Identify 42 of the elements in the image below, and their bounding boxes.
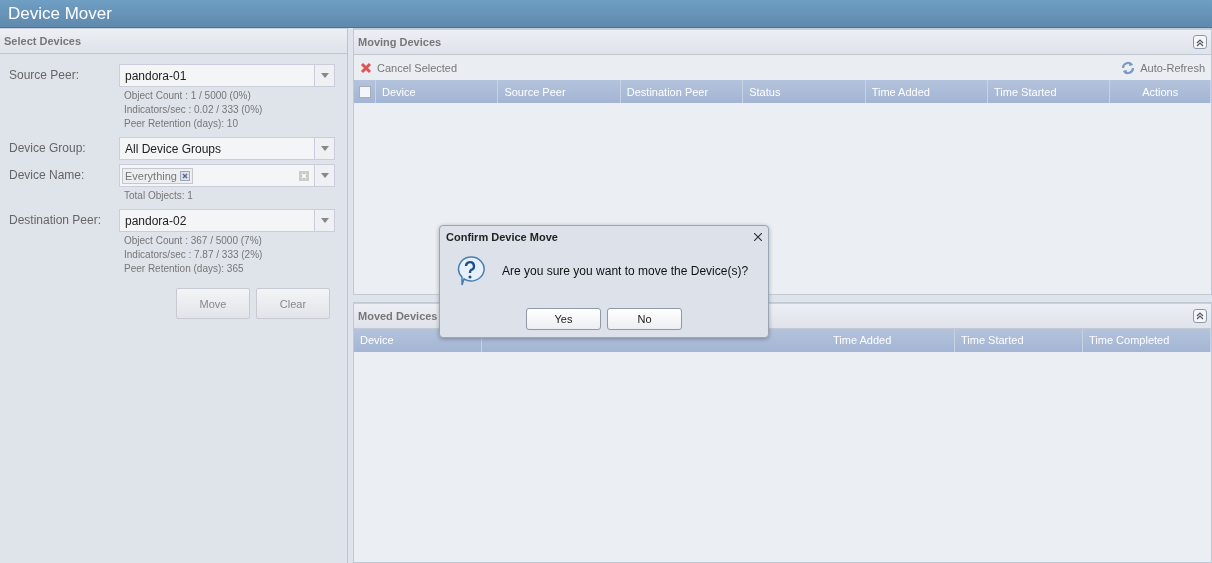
field-label: Destination Peer: (9, 212, 103, 227)
cancel-selected-button[interactable]: Cancel Selected (360, 61, 458, 74)
field-label: Device Group: (9, 140, 87, 155)
caret-icon (320, 146, 329, 151)
panel-title: Moving Devices (358, 36, 442, 48)
column-header[interactable]: Time Completed (1083, 328, 1211, 352)
peer-info: Total Objects: 1 (124, 189, 194, 203)
peer-info: Peer Retention (days): 10 (124, 117, 239, 131)
column-header[interactable]: Time Started (955, 328, 1083, 352)
peer-info: Peer Retention (days): 365 (124, 262, 245, 276)
select-all-checkbox[interactable] (358, 85, 371, 98)
field-label: Device Name: (9, 167, 86, 182)
close-icon (360, 61, 372, 74)
panel-title: Moved Devices (358, 309, 438, 322)
window-title: Device Mover (0, 0, 1212, 28)
panel-title: Select Devices (4, 35, 82, 47)
peer-info: Indicators/sec : 7.87 / 333 (2%) (124, 248, 264, 262)
yes-button[interactable]: Yes (526, 308, 601, 330)
field-label: Source Peer: (9, 67, 81, 82)
close-icon[interactable] (754, 233, 762, 241)
tag-field[interactable]: Everything (119, 164, 335, 187)
collapse-button[interactable] (1193, 308, 1207, 323)
auto-refresh-button[interactable]: Auto-Refresh (1121, 60, 1205, 75)
caret-icon (320, 73, 329, 78)
no-button[interactable]: No (607, 308, 682, 330)
peer-info: Object Count : 367 / 5000 (7%) (124, 234, 263, 248)
caret-icon (320, 173, 329, 178)
combo-box[interactable]: All Device Groups (119, 137, 335, 160)
combo-box[interactable]: pandora-02 (119, 209, 335, 232)
tag: Everything (122, 167, 193, 184)
caret-icon (320, 218, 329, 223)
dialog-title: Confirm Device Move (446, 231, 558, 243)
combo-box[interactable]: pandora-01 (119, 64, 335, 87)
peer-info: Object Count : 1 / 5000 (0%) (124, 89, 252, 103)
peer-info: Indicators/sec : 0.02 / 333 (0%) (124, 103, 264, 117)
clear-button[interactable]: Clear (256, 288, 330, 319)
dialog-message: Are you sure you want to move the Device(s)? (502, 264, 749, 278)
move-button[interactable]: Move (176, 288, 250, 319)
refresh-icon (1121, 60, 1136, 75)
collapse-button[interactable] (1193, 35, 1207, 49)
column-header[interactable]: Time Added (827, 328, 955, 352)
remove-icon[interactable] (180, 170, 190, 181)
